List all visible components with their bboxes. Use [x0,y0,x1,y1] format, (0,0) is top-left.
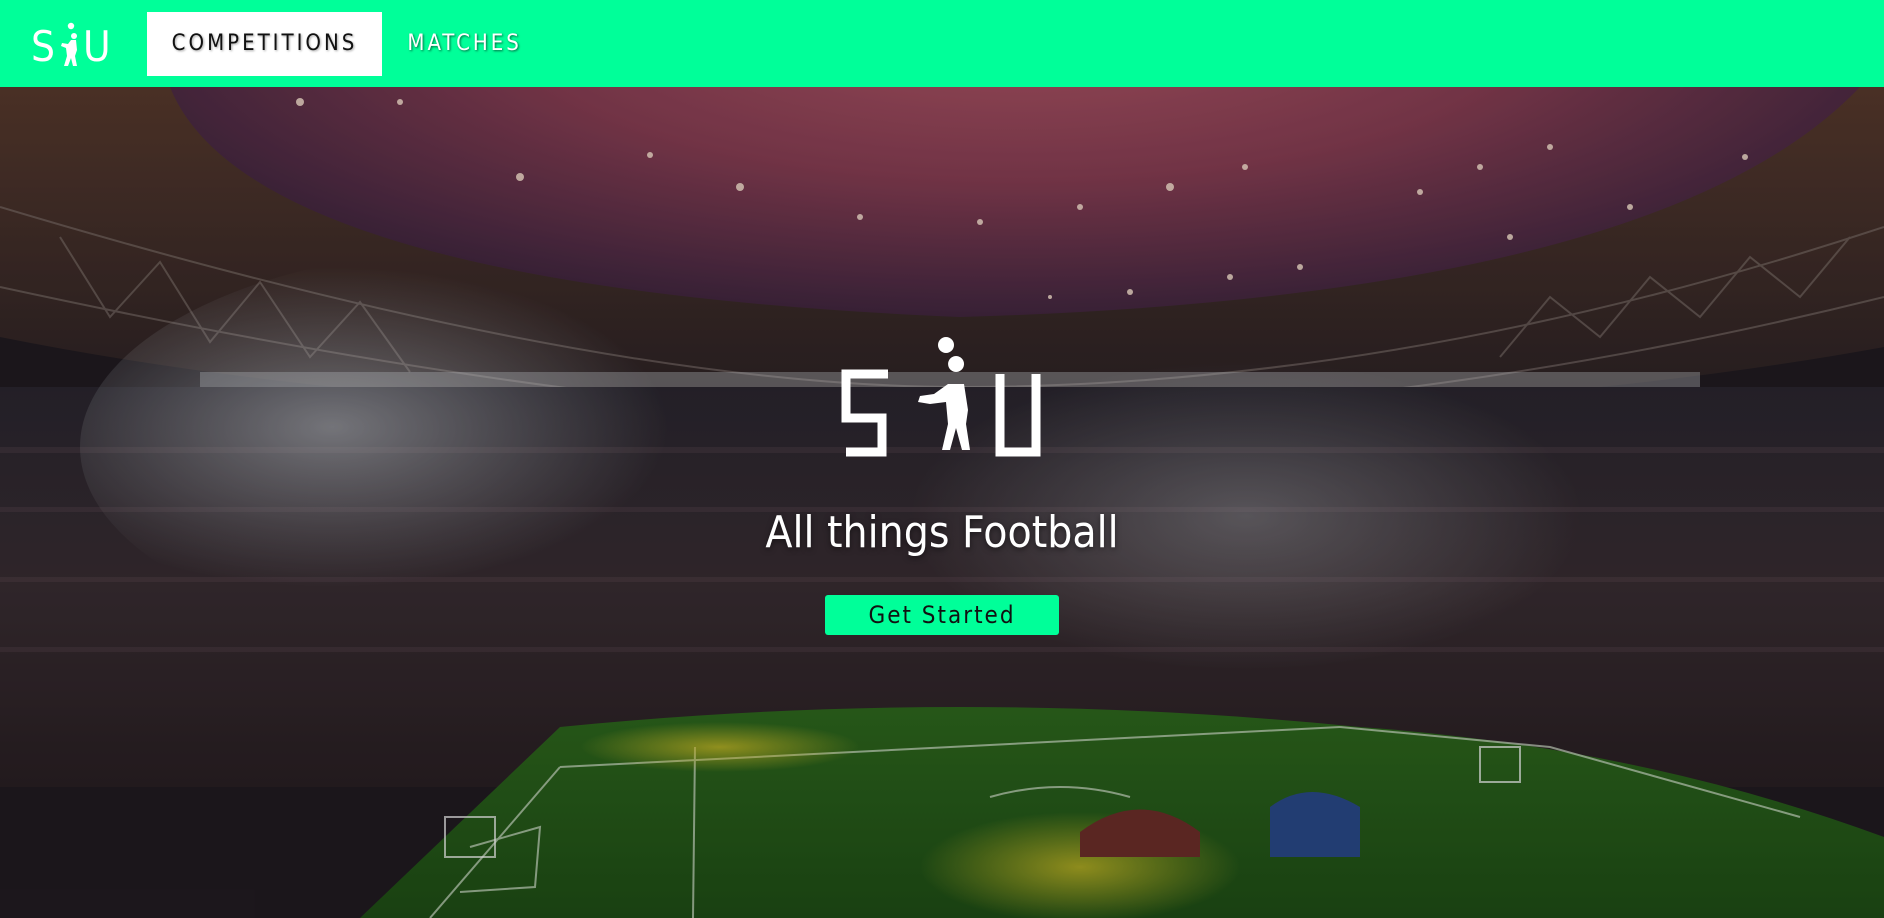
top-navbar: S U COMPETITIONS MATCHES [0,0,1884,87]
hero-tagline: All things Football [765,507,1119,558]
logo-letter-u: U [83,21,113,71]
hero-content: All things Football Get Started [0,87,1884,918]
football-player-silhouette-icon [59,22,81,68]
tab-matches[interactable]: MATCHES [382,12,547,76]
hero-siu-logo [841,337,1041,457]
tab-competitions[interactable]: COMPETITIONS [146,11,383,76]
get-started-button[interactable]: Get Started [825,595,1059,635]
logo-letter-s: S [31,21,57,71]
brand-logo[interactable]: S U [30,20,114,68]
hero-section: All things Football Get Started [0,87,1884,918]
